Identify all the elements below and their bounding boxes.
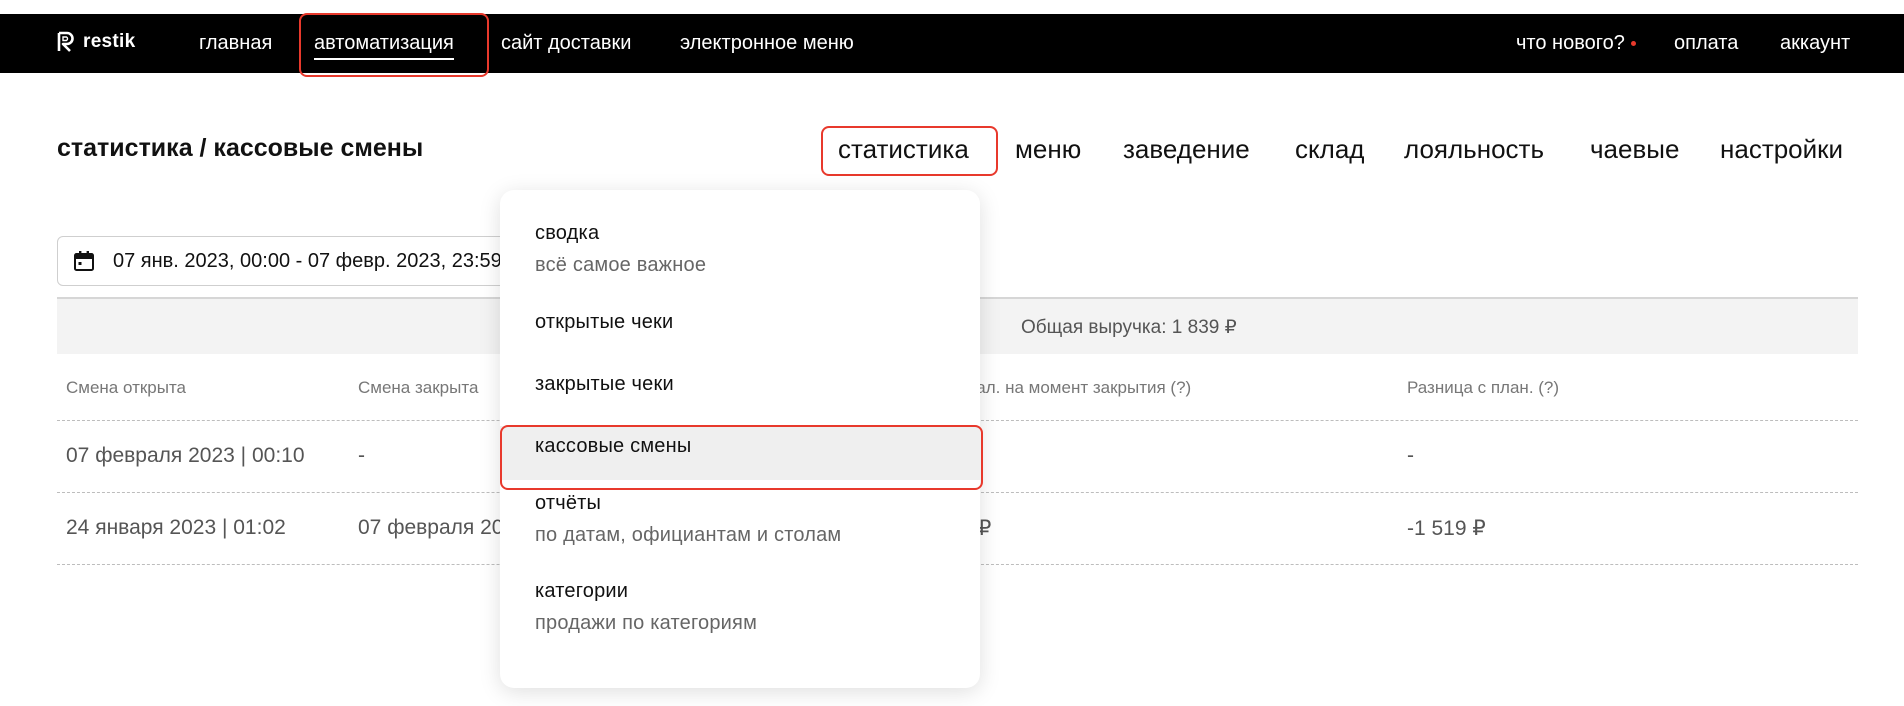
calendar-icon bbox=[74, 251, 94, 271]
dropdown-item-categories[interactable]: категории продажи по категориям bbox=[500, 578, 980, 648]
table-cell: 07 февраля 2023 | 00:10 bbox=[66, 444, 305, 467]
dropdown-item-title: открытые чеки bbox=[535, 311, 674, 333]
statistics-dropdown-menu: сводка всё самое важное открытые чеки за… bbox=[500, 190, 980, 688]
table-cell: - bbox=[358, 444, 365, 467]
dropdown-item-open-checks[interactable]: открытые чеки bbox=[500, 295, 980, 345]
dropdown-item-cash-shifts[interactable]: кассовые смены bbox=[500, 426, 980, 480]
column-header-cash-at-close: Нал. на момент закрытия (?) bbox=[964, 378, 1192, 397]
restik-logo[interactable]: restik bbox=[57, 31, 136, 53]
total-revenue: Общая выручка: 1 839 ₽ bbox=[1021, 317, 1237, 338]
nav-item-account[interactable]: аккаунт bbox=[1780, 32, 1850, 55]
dropdown-item-summary[interactable]: сводка всё самое важное bbox=[500, 222, 980, 290]
tab-statistics[interactable]: статистика bbox=[838, 134, 969, 165]
dropdown-item-title: закрытые чеки bbox=[535, 373, 674, 395]
logo-text: restik bbox=[83, 31, 136, 52]
column-header-opened: Смена открыта bbox=[66, 378, 187, 397]
page-title: статистика / кассовые смены bbox=[57, 134, 424, 162]
table-cell: -1 519 ₽ bbox=[1407, 517, 1486, 540]
nav-item-automation[interactable]: автоматизация bbox=[314, 32, 454, 60]
whats-new-label: что нового? bbox=[1516, 32, 1625, 54]
dropdown-item-title: отчёты bbox=[535, 492, 602, 514]
nav-item-electronic-menu[interactable]: электронное меню bbox=[680, 32, 854, 55]
tab-warehouse[interactable]: склад bbox=[1295, 134, 1364, 165]
date-range-picker[interactable]: 07 янв. 2023, 00:00 - 07 февр. 2023, 23:… bbox=[57, 236, 517, 286]
tab-tips[interactable]: чаевые bbox=[1590, 134, 1679, 165]
dropdown-item-subtitle: всё самое важное bbox=[535, 254, 707, 276]
tab-menu[interactable]: меню bbox=[1015, 134, 1081, 165]
tab-establishment[interactable]: заведение bbox=[1123, 134, 1250, 165]
notification-dot bbox=[1630, 41, 1636, 47]
dropdown-item-title: категории bbox=[535, 580, 629, 602]
dropdown-item-subtitle: по датам, официантам и столам bbox=[535, 524, 842, 546]
tab-loyalty[interactable]: лояльность bbox=[1404, 134, 1544, 165]
dropdown-item-title: кассовые смены bbox=[535, 435, 692, 457]
nav-item-delivery-site[interactable]: сайт доставки bbox=[501, 32, 631, 55]
nav-item-whats-new[interactable]: что нового? bbox=[1516, 32, 1636, 55]
nav-item-home[interactable]: главная bbox=[199, 32, 272, 55]
top-navigation-bar: restik главная автоматизация сайт достав… bbox=[0, 14, 1904, 73]
dropdown-item-closed-checks[interactable]: закрытые чеки bbox=[500, 356, 980, 410]
table-cell: ₽ bbox=[978, 517, 992, 540]
column-header-closed: Смена закрыта bbox=[358, 378, 479, 397]
table-cell: 24 января 2023 | 01:02 bbox=[66, 516, 286, 539]
dropdown-item-subtitle: продажи по категориям bbox=[535, 612, 758, 634]
date-range-value: 07 янв. 2023, 00:00 - 07 февр. 2023, 23:… bbox=[113, 249, 502, 272]
dropdown-item-reports[interactable]: отчёты по датам, официантам и столам bbox=[500, 490, 980, 560]
tab-settings[interactable]: настройки bbox=[1720, 134, 1843, 165]
column-header-plan-difference: Разница с план. (?) bbox=[1407, 378, 1560, 397]
dropdown-item-title: сводка bbox=[535, 222, 600, 244]
restik-logo-icon bbox=[57, 31, 74, 52]
nav-item-payment[interactable]: оплата bbox=[1674, 32, 1738, 55]
table-cell: - bbox=[1407, 444, 1414, 467]
